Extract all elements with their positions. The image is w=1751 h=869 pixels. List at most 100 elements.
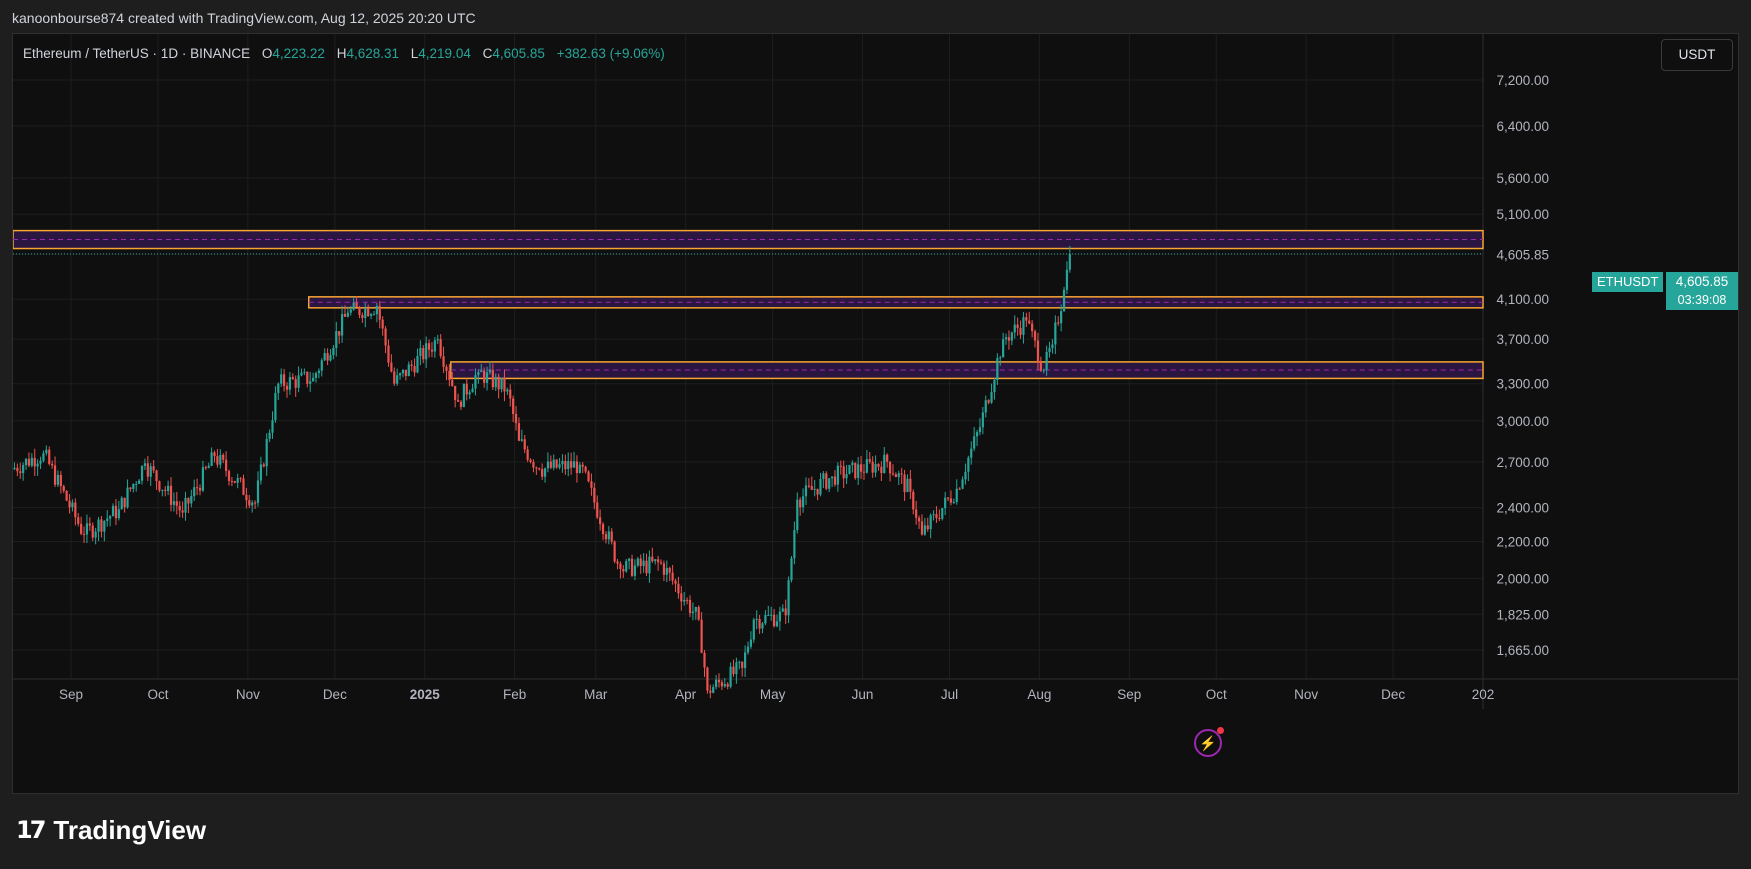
candle-body — [680, 593, 683, 602]
candle-body — [709, 690, 712, 693]
candle-body — [462, 383, 465, 408]
candle-body — [198, 487, 202, 491]
candle-body — [303, 371, 306, 373]
candle-body — [309, 381, 312, 384]
candle-body — [657, 559, 660, 563]
candle-body — [755, 618, 758, 620]
candle-body — [561, 461, 564, 465]
candle-body — [819, 478, 822, 495]
candle-body — [140, 465, 144, 481]
candle-body — [775, 621, 779, 627]
candle-body — [16, 467, 19, 472]
candle-body — [906, 478, 909, 493]
candle-body — [758, 618, 761, 629]
candle-body — [88, 523, 91, 526]
candle-body — [572, 461, 576, 468]
candle-body — [68, 500, 71, 508]
candle-body — [767, 614, 770, 616]
candle-body — [300, 372, 303, 376]
tradingview-logo[interactable]: 17 TradingView — [16, 815, 206, 845]
candle-body — [13, 467, 16, 470]
candle-body — [738, 661, 741, 663]
candle-body — [375, 305, 378, 315]
candlestick-chart[interactable]: 7,200.00 6,400.00 5,600.00 5,100.00 4,605.85… — [13, 34, 1738, 793]
candle-body — [912, 491, 915, 510]
candle-body — [952, 501, 955, 503]
candle-body — [384, 328, 387, 346]
candle-body — [917, 517, 921, 522]
candle-body — [497, 376, 500, 390]
candle-body — [665, 567, 668, 575]
candle-body — [456, 400, 460, 402]
candle-body — [729, 666, 732, 687]
candle-body — [541, 469, 544, 477]
candle-body — [587, 471, 590, 482]
candle-body — [1054, 322, 1057, 345]
candle-body — [862, 471, 866, 473]
y-tick-label: 6,400.00 — [1496, 119, 1549, 134]
candle-body — [799, 499, 802, 508]
candle-body — [480, 370, 483, 373]
candle-body — [593, 487, 596, 503]
candle-body — [552, 459, 555, 468]
candle-body — [662, 563, 666, 575]
candle-body — [555, 459, 558, 468]
candle-body — [213, 452, 216, 457]
candle-body — [1039, 362, 1042, 371]
candle-body — [741, 661, 744, 668]
candle-body — [477, 372, 480, 376]
candle-body — [520, 439, 523, 441]
candle-body — [616, 561, 619, 564]
candle-body — [886, 454, 889, 462]
lightning-icon[interactable]: ⚡ — [1194, 727, 1224, 757]
candle-body — [45, 449, 48, 454]
candle-body — [744, 652, 747, 668]
candle-body — [891, 473, 895, 475]
candle-body — [512, 398, 515, 415]
candle-body — [703, 652, 706, 668]
candle-body — [22, 465, 25, 474]
candle-body — [732, 666, 735, 675]
tradingview-mark-icon: 17 — [16, 816, 46, 844]
x-tick-label: Feb — [503, 687, 526, 702]
candle-body — [973, 436, 976, 449]
candle-body — [56, 474, 60, 485]
y-tick-label: 3,700.00 — [1496, 332, 1549, 347]
candle-body — [970, 448, 973, 458]
candle-body — [138, 480, 141, 484]
x-tick-label: Nov — [1294, 687, 1318, 702]
candle-body — [320, 360, 323, 371]
candle-body — [59, 474, 62, 487]
currency-button[interactable]: USDT — [1661, 39, 1733, 71]
candle-body — [485, 372, 489, 383]
y-tick-label: 4,100.00 — [1496, 292, 1549, 307]
x-tick-label: Apr — [675, 687, 697, 702]
candle-body — [274, 392, 277, 421]
candle-body — [941, 508, 944, 519]
candle-body — [651, 556, 654, 562]
candle-body — [39, 460, 42, 464]
candle-body — [926, 525, 929, 530]
candle-body — [355, 302, 358, 308]
candle-body — [958, 488, 961, 490]
candle-body — [790, 558, 793, 581]
candle-body — [619, 563, 622, 570]
candle-body — [778, 611, 781, 622]
candle-body — [610, 531, 613, 542]
candle-body — [268, 432, 271, 439]
candle-body — [251, 502, 254, 506]
candle-body — [184, 498, 187, 513]
candle-body — [697, 607, 700, 620]
candle-body — [352, 302, 355, 310]
candle-body — [581, 464, 584, 467]
candle-body — [628, 558, 631, 562]
chart-panel[interactable]: 7,200.00 6,400.00 5,600.00 5,100.00 4,605.85… — [12, 33, 1739, 794]
candle-body — [256, 480, 260, 503]
candle-body — [1004, 337, 1008, 340]
symbol-title[interactable]: Ethereum / TetherUS · 1D · BINANCE — [23, 46, 250, 61]
candle-body — [645, 560, 648, 574]
candle-body — [726, 684, 729, 687]
candle-body — [543, 468, 547, 477]
candle-body — [575, 461, 579, 473]
candle-body — [700, 619, 703, 653]
